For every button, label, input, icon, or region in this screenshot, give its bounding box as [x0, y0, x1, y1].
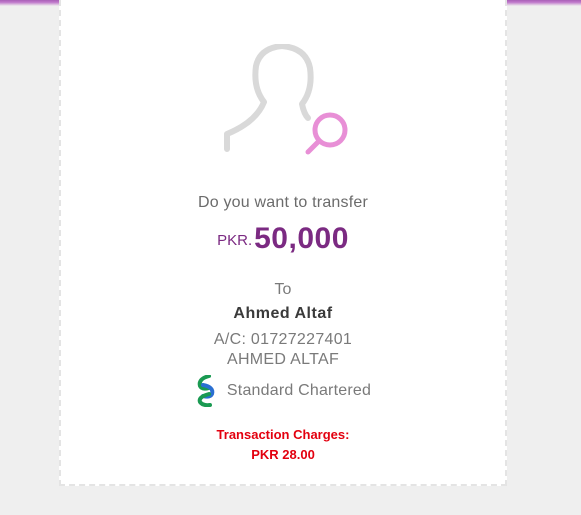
user-search-icon	[224, 44, 348, 155]
transfer-confirmation-card: Do you want to transfer PKR.50,000 To Ah…	[59, 0, 507, 486]
currency-label: PKR.	[217, 232, 253, 249]
transfer-amount: PKR.50,000	[61, 222, 505, 256]
to-label: To	[274, 281, 292, 298]
standard-chartered-logo-icon	[197, 375, 215, 407]
recipient-name: Ahmed Altaf	[233, 305, 333, 322]
account-number: A/C: 01727227401	[213, 331, 353, 348]
account-title: AHMED ALTAF	[226, 351, 340, 368]
bank-info: Standard Chartered	[61, 375, 505, 407]
transaction-charges-value: PKR 28.00	[251, 447, 315, 462]
transfer-question: Do you want to transfer	[197, 194, 368, 211]
amount-value: 50,000	[254, 222, 349, 255]
bank-name: Standard Chartered	[226, 382, 372, 399]
transaction-charges-label: Transaction Charges:	[216, 427, 350, 442]
